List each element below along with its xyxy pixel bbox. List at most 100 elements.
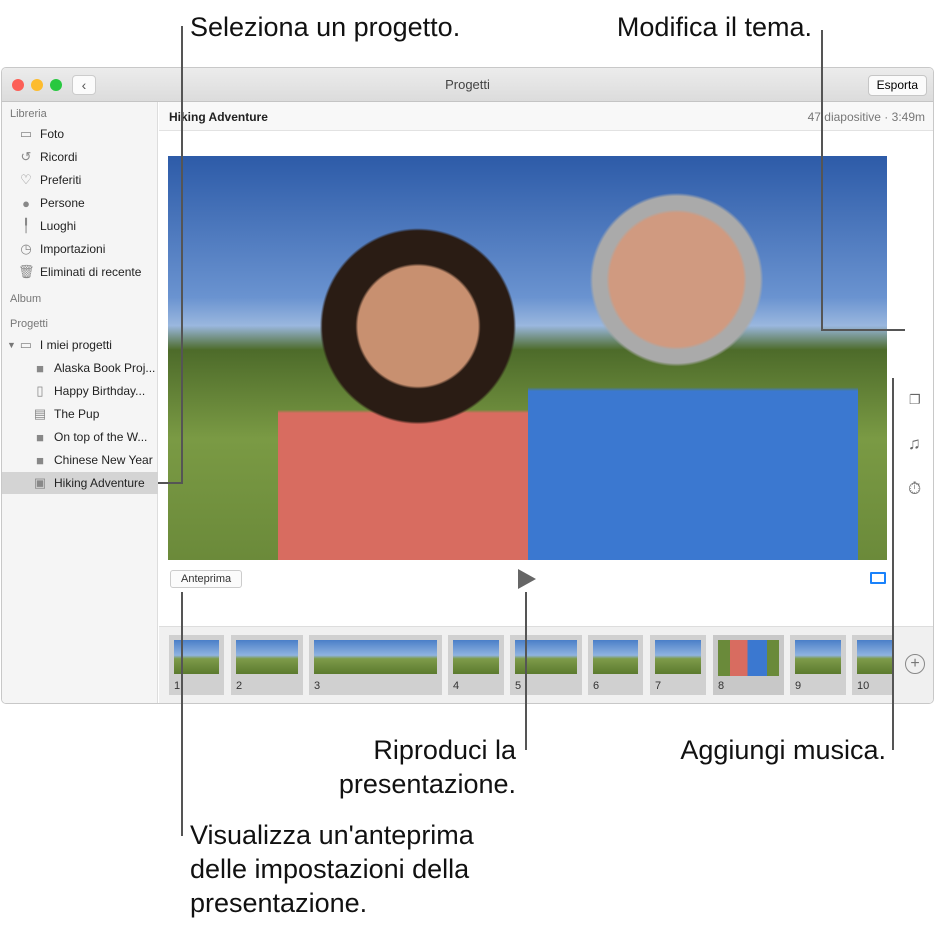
callout-add-music: Aggiungi musica. [680, 735, 886, 765]
leader-line [181, 26, 183, 484]
thumbnail-number: 7 [655, 680, 662, 692]
person-icon: ● [22, 195, 30, 211]
callout-preview-line3: presentazione. [190, 888, 368, 918]
thumbnail-selected[interactable]: 8 [713, 635, 784, 695]
library-header: Libreria [10, 108, 47, 120]
pin-icon: ╿ [22, 218, 30, 233]
project-item[interactable]: ▤ The Pup [2, 403, 158, 425]
project-item[interactable]: ■ Chinese New Year [2, 449, 158, 471]
folder-i-miei-progetti[interactable]: ▼ ▭ I miei progetti [2, 334, 158, 356]
thumbnail[interactable]: 9 [790, 635, 846, 695]
project-label: Alaska Book Proj... [54, 361, 156, 375]
heart-icon: ♡ [20, 172, 32, 187]
timer-icon[interactable]: ⏱ [908, 479, 921, 499]
sidebar-item-ricordi[interactable]: ↺ Ricordi [2, 146, 158, 168]
sidebar-item-label: Persone [40, 196, 85, 210]
sidebar-item-label: I miei progetti [39, 338, 112, 352]
sidebar-item-label: Eliminati di recente [40, 265, 142, 279]
title-bar: ‹ Progetti Esporta [2, 68, 933, 102]
folder-icon: ▭ [19, 337, 33, 352]
theme-icon[interactable]: ❐ [909, 392, 921, 408]
callout-preview-line1: Visualizza un'anteprima [190, 820, 474, 850]
photos-window: ‹ Progetti Esporta Libreria ▭ Foto ↺ Ricor… [1, 67, 934, 704]
sidebar: Libreria ▭ Foto ↺ Ricordi ♡ Preferiti ● Pers… [2, 102, 158, 703]
sidebar-item-label: Importazioni [40, 242, 106, 256]
thumbnail-number: 1 [174, 680, 181, 692]
clock-icon: ◷ [20, 241, 32, 256]
thumbnail-image [718, 640, 779, 676]
leader-line [821, 30, 823, 331]
thumbnail-number: 10 [857, 680, 870, 692]
sidebar-item-preferiti[interactable]: ♡ Preferiti [2, 169, 158, 191]
sidebar-item-luoghi[interactable]: ╿ Luoghi [2, 215, 158, 237]
repeat-icon[interactable] [870, 572, 886, 584]
thumbnail[interactable]: 4 [448, 635, 504, 695]
thumbnail[interactable]: 1 [169, 635, 224, 695]
sidebar-item-importazioni[interactable]: ◷ Importazioni [2, 238, 158, 260]
book-icon: ■ [36, 429, 44, 445]
memories-icon: ↺ [20, 149, 32, 164]
callout-play-line2: presentazione. [338, 769, 516, 799]
card-icon: ▯ [36, 383, 44, 398]
thumbnail[interactable]: 3 [309, 635, 442, 695]
leader-line [181, 592, 183, 836]
thumbnail-image [314, 640, 437, 674]
woman-figure [278, 226, 558, 560]
project-label: On top of the W... [54, 430, 148, 444]
leader-line [821, 329, 905, 331]
thumbnail-image [453, 640, 499, 674]
leader-line [525, 592, 527, 750]
plus-icon: + [910, 655, 920, 672]
export-button[interactable]: Esporta [867, 75, 927, 96]
sidebar-item-label: Luoghi [40, 219, 77, 233]
callout-preview: Visualizza un'anteprima delle impostazion… [190, 818, 474, 920]
project-item[interactable]: ■ Alaska Book Proj... [2, 357, 158, 379]
project-item[interactable]: ▯ Happy Birthday... [2, 380, 158, 402]
callout-preview-line2: delle impostazioni della [190, 854, 470, 884]
slideshow-icon: ▣ [33, 475, 47, 490]
sidebar-item-foto[interactable]: ▭ Foto [2, 123, 158, 145]
project-header: Hiking Adventure 47 diapositive · 3:49m [159, 102, 933, 131]
thumbnail[interactable]: 10 [852, 635, 892, 695]
man-figure [528, 176, 858, 560]
thumbnail[interactable]: 5 [510, 635, 582, 695]
callout-play: Riproduci la presentazione. [339, 733, 516, 801]
sidebar-item-label: Ricordi [40, 150, 78, 164]
thumbnail-number: 9 [795, 680, 802, 692]
thumbnail-number: 8 [718, 680, 725, 692]
play-button[interactable] [518, 569, 536, 589]
thumbnail-number: 6 [593, 680, 600, 692]
callout-change-theme: Modifica il tema. [616, 12, 812, 42]
disclosure-triangle-icon[interactable]: ▼ [7, 340, 16, 350]
book-icon: ■ [36, 452, 44, 468]
thumbnail-image [236, 640, 298, 674]
sidebar-item-eliminati[interactable]: 🗑 Eliminati di recente [2, 261, 158, 283]
project-title: Hiking Adventure [169, 110, 268, 124]
callout-play-line1: Riproduci la [373, 735, 516, 765]
projects-header: Progetti [10, 318, 48, 330]
thumbnail-number: 5 [515, 680, 522, 692]
trash-icon: 🗑 [18, 264, 35, 279]
project-label: Chinese New Year [54, 453, 153, 467]
sidebar-item-label: Foto [40, 127, 65, 141]
thumbnail-number: 2 [236, 680, 243, 692]
sidebar-item-persone[interactable]: ● Persone [2, 192, 158, 214]
thumbnail-image [655, 640, 701, 674]
thumbnail-image [593, 640, 638, 674]
thumbnail-number: 4 [453, 680, 460, 692]
add-slide-button[interactable]: + [905, 654, 925, 674]
music-icon[interactable]: ♫ [908, 434, 921, 454]
preview-button[interactable]: Anteprima [170, 570, 243, 588]
thumbnail[interactable]: 2 [231, 635, 303, 695]
thumbnail-image [857, 640, 892, 674]
project-label: The Pup [54, 407, 100, 421]
photos-icon: ▭ [19, 126, 33, 141]
project-info: 47 diapositive · 3:49m [807, 110, 925, 124]
calendar-icon: ▤ [33, 406, 47, 421]
thumbnail[interactable]: 7 [650, 635, 706, 695]
project-item[interactable]: ■ On top of the W... [2, 426, 158, 448]
thumbnail[interactable]: 6 [588, 635, 643, 695]
project-label: Happy Birthday... [54, 384, 146, 398]
project-label: Hiking Adventure [54, 476, 145, 490]
project-item-selected[interactable]: ▣ Hiking Adventure [2, 472, 158, 494]
